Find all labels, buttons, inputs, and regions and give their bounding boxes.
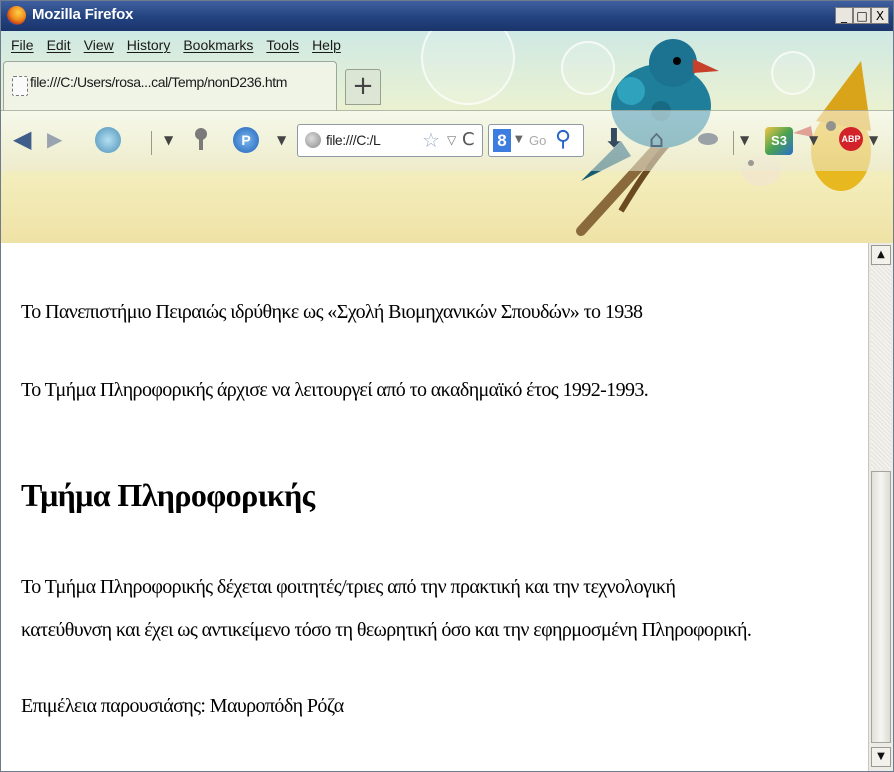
search-engine-icon[interactable]: 8	[493, 129, 511, 152]
firefox-logo-icon	[7, 6, 26, 25]
s3-icon[interactable]: S3	[765, 127, 793, 155]
plugin-icon[interactable]: P	[233, 127, 259, 153]
navigation-toolbar: ◀ ▶ ▼ P ▼ file:///C:/L ☆ ▽ C 8 ▼ Go ⚲ ⬇ …	[1, 110, 893, 171]
scroll-up-button[interactable]: ▲	[871, 245, 891, 265]
toolbar-separator	[151, 131, 152, 155]
page-icon	[12, 76, 28, 96]
toolbar-separator	[733, 131, 734, 155]
clipped-heading: T	[21, 243, 44, 251]
menu-bar: File Edit View History Bookmarks Tools H…	[5, 35, 348, 57]
tools-icon[interactable]	[695, 127, 721, 151]
chevron-down-icon[interactable]: ▼	[277, 133, 286, 147]
search-icon[interactable]: ⚲	[555, 127, 571, 152]
address-bar[interactable]: file:///C:/L ☆ ▽ C	[297, 124, 483, 157]
addon-icon[interactable]	[191, 127, 211, 151]
reload-icon[interactable]: C	[462, 129, 475, 150]
adblock-icon[interactable]: ABP	[839, 127, 863, 151]
download-icon[interactable]: ⬇	[603, 126, 625, 152]
url-text[interactable]: file:///C:/L	[326, 132, 381, 148]
search-bar[interactable]: 8 ▼ Go ⚲	[488, 124, 584, 157]
chevron-down-icon[interactable]: ▼	[809, 133, 818, 147]
heading-department: Τμήμα Πληροφορικής	[21, 477, 315, 513]
menu-history[interactable]: History	[121, 35, 178, 57]
scroll-thumb[interactable]	[871, 471, 891, 743]
chevron-down-icon[interactable]: ▼	[869, 133, 878, 147]
window-controls: _ □ X	[835, 7, 889, 24]
paragraph-department-start: Το Τμήμα Πληροφορικής άρχισε να λειτουργ…	[21, 379, 649, 401]
chevron-down-icon[interactable]: ▼	[740, 133, 749, 147]
back-arrow-icon[interactable]: ◀	[13, 127, 31, 151]
paragraph-university: Το Πανεπιστήμιο Πειραιώς ιδρύθηκε ως «Σχ…	[21, 301, 643, 323]
search-input[interactable]: Go	[529, 133, 546, 148]
window-title: Mozilla Firefox	[32, 6, 134, 23]
credits-text: Επιμέλεια παρουσιάσης: Μαυροπόδη Ρόζα	[21, 695, 344, 717]
menu-help[interactable]: Help	[306, 35, 348, 57]
new-tab-button[interactable]: +	[345, 69, 381, 105]
tab-current[interactable]: file:///C:/Users/rosa...cal/Temp/nonD236…	[3, 61, 337, 111]
maximize-button[interactable]: □	[853, 7, 871, 24]
chevron-down-icon[interactable]: ▽	[447, 133, 456, 147]
home-icon[interactable]: ⌂	[649, 127, 664, 151]
menu-edit[interactable]: Edit	[41, 35, 78, 57]
history-icon[interactable]	[95, 127, 121, 153]
chevron-down-icon[interactable]: ▼	[164, 133, 173, 147]
scroll-track[interactable]	[871, 265, 891, 469]
minimize-button[interactable]: _	[835, 7, 853, 24]
star-icon[interactable]: ☆	[422, 128, 440, 152]
forward-arrow-icon[interactable]: ▶	[47, 127, 62, 151]
browser-chrome: File Edit View History Bookmarks Tools H…	[1, 31, 893, 243]
paragraph-description-line2: κατεύθυνση και έχει ως αντικείμενο τόσο …	[21, 619, 752, 641]
browser-window: Mozilla Firefox _ □ X File Edit View His…	[0, 0, 894, 772]
menu-tools[interactable]: Tools	[260, 35, 306, 57]
paragraph-description-line1: Το Τμήμα Πληροφορικής δέχεται φοιτητές/τ…	[21, 576, 676, 598]
title-bar: Mozilla Firefox _ □ X	[1, 1, 893, 31]
close-button[interactable]: X	[871, 7, 889, 24]
globe-icon	[305, 132, 321, 148]
menu-bookmarks[interactable]: Bookmarks	[177, 35, 260, 57]
vertical-scrollbar[interactable]: ▲ ▼	[868, 243, 893, 771]
scroll-down-button[interactable]: ▼	[871, 747, 891, 767]
page-content: T Το Πανεπιστήμιο Πειραιώς ιδρύθηκε ως «…	[1, 243, 868, 771]
menu-view[interactable]: View	[78, 35, 121, 57]
decorative-bubble	[421, 31, 515, 105]
tab-label: file:///C:/Users/rosa...cal/Temp/nonD236…	[30, 74, 288, 90]
menu-file[interactable]: File	[5, 35, 41, 57]
chevron-down-icon[interactable]: ▼	[515, 134, 523, 145]
